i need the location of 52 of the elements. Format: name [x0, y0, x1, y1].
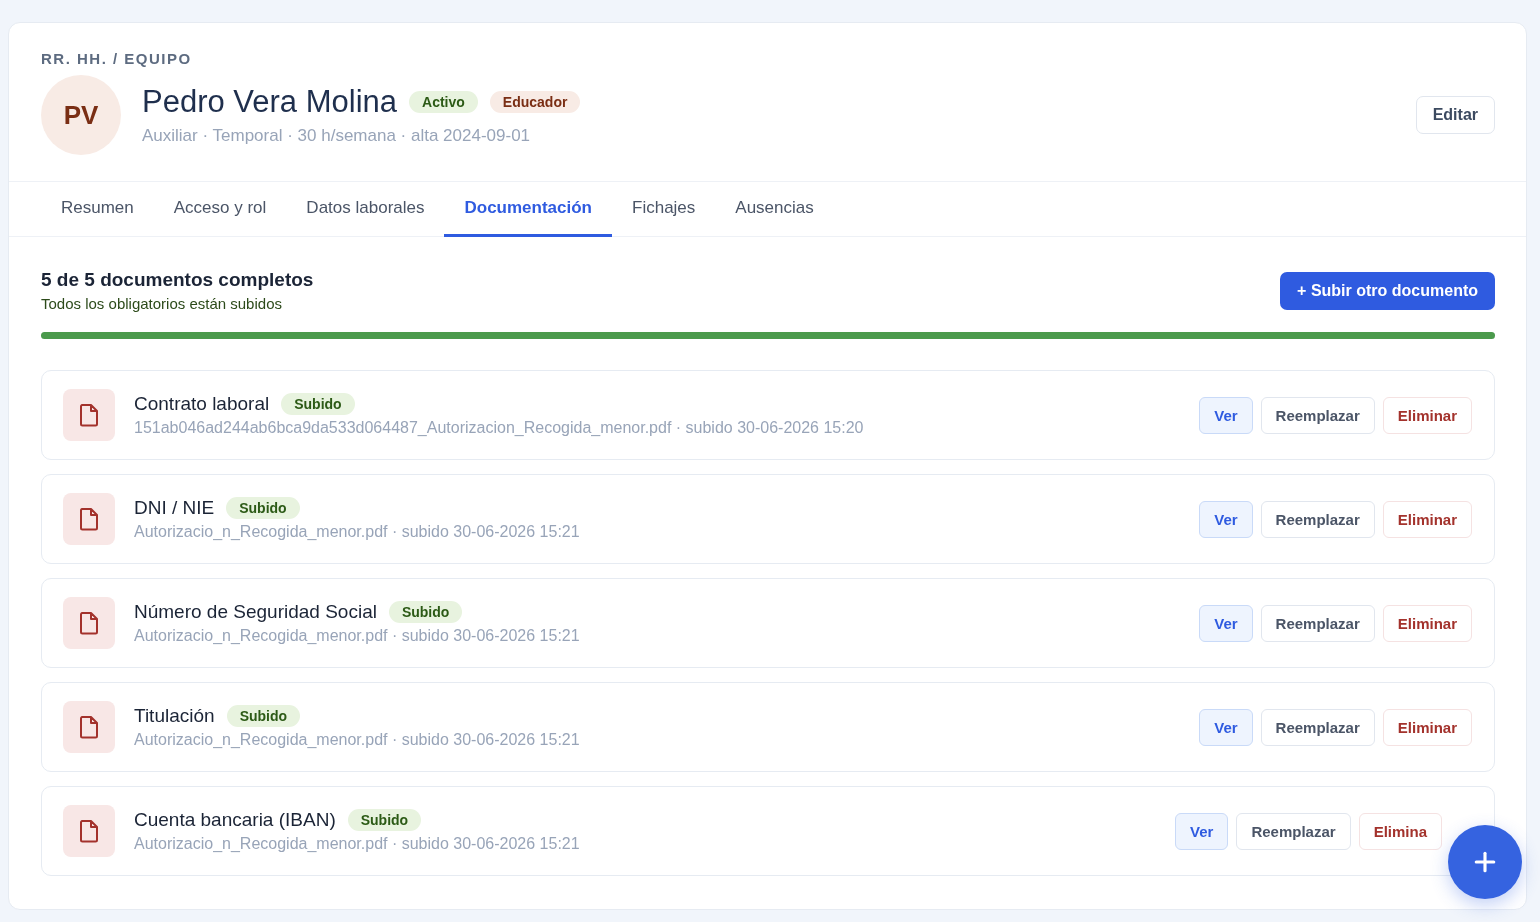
file-details: 151ab046ad244ab6bca9da533d064487_Autorizacion_Recogida_menor.pdf · subido 30-06-2026 15:20 — [134, 419, 865, 437]
view-button[interactable]: Ver — [1199, 396, 1253, 434]
role-badge: Educador — [489, 91, 581, 113]
replace-button[interactable]: Reemplazar — [1236, 812, 1351, 850]
edit-button[interactable]: Editar — [1415, 96, 1495, 134]
tab[interactable]: Ausencias — [715, 182, 834, 237]
file-icon — [63, 701, 115, 753]
document-name: Cuenta bancaria (IBAN) — [134, 809, 336, 831]
tab[interactable]: Fichajes — [612, 182, 716, 237]
breadcrumb: RR. HH. / EQUIPO — [41, 50, 193, 67]
document-name: DNI / NIE — [134, 497, 215, 519]
avatar: PV — [41, 75, 121, 155]
employee-name: Pedro Vera Molina — [142, 84, 398, 120]
delete-button[interactable]: Eliminar — [1382, 708, 1472, 746]
summary-title: 5 de 5 documentos completos — [41, 269, 314, 291]
upload-button[interactable]: + Subir otro documento — [1280, 271, 1495, 310]
file-details: Autorizacio_n_Recogida_menor.pdf · subido 30-06-2026 15:21 — [134, 731, 581, 749]
replace-button[interactable]: Reemplazar — [1260, 604, 1375, 642]
delete-button[interactable]: Elimina — [1358, 812, 1442, 850]
document-name: Titulación — [134, 705, 215, 727]
file-details: Autorizacio_n_Recogida_menor.pdf · subido 30-06-2026 15:21 — [134, 627, 581, 645]
status-badge: Subido — [226, 497, 300, 519]
tab[interactable]: Acceso y rol — [153, 182, 287, 237]
view-button[interactable]: Ver — [1199, 500, 1253, 538]
status-badge: Subido — [281, 393, 355, 415]
status-badge: Subido — [388, 601, 463, 623]
add-button[interactable] — [1448, 825, 1522, 899]
status-badge: Activo — [409, 91, 478, 113]
file-icon — [63, 493, 115, 545]
view-button[interactable]: Ver — [1199, 604, 1253, 642]
summary-subtitle: Todos los obligatorios están subidos — [41, 295, 283, 312]
view-button[interactable]: Ver — [1199, 708, 1253, 746]
replace-button[interactable]: Reemplazar — [1260, 500, 1375, 538]
file-icon — [63, 597, 115, 649]
file-icon — [63, 805, 115, 857]
tab[interactable]: Datos laborales — [286, 182, 445, 237]
file-details: Autorizacio_n_Recogida_menor.pdf · subido 30-06-2026 15:21 — [134, 523, 581, 541]
tab[interactable]: Resumen — [41, 182, 154, 237]
document-name: Contrato laboral — [134, 393, 270, 415]
file-icon — [63, 389, 115, 441]
employee-meta: Auxiliar · Temporal · 30 h/semana · alta 2024-09-01 — [142, 126, 532, 146]
status-badge: Subido — [347, 809, 422, 831]
delete-button[interactable]: Eliminar — [1382, 396, 1472, 434]
view-button[interactable]: Ver — [1175, 812, 1229, 850]
document-name: Número de Seguridad Social — [134, 601, 377, 623]
delete-button[interactable]: Eliminar — [1382, 604, 1472, 642]
file-details: Autorizacio_n_Recogida_menor.pdf · subido 30-06-2026 15:21 — [134, 835, 581, 853]
tab[interactable]: Documentación — [444, 182, 612, 237]
replace-button[interactable]: Reemplazar — [1260, 396, 1375, 434]
replace-button[interactable]: Reemplazar — [1260, 708, 1375, 746]
status-badge: Subido — [226, 705, 301, 727]
delete-button[interactable]: Eliminar — [1382, 500, 1472, 538]
